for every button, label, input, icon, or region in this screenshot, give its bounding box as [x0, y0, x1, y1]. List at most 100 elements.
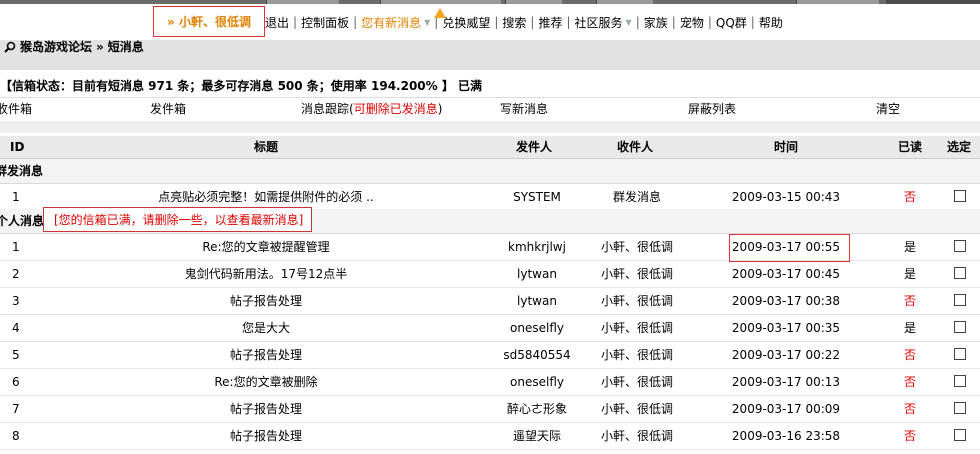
table-row[interactable]: 8 帖子报告处理 遥望天际 小軒、很低调 2009-03-16 23:58 否: [0, 423, 980, 450]
nav-exchange[interactable]: 兑换威望: [442, 14, 490, 31]
top-nav: » 小軒、很低调 退出 | 控制面板 | 您有新消息 ▼ | 兑换威望 | 搜索…: [0, 4, 980, 40]
table-header: ID 标题 发件人 收件人 时间 已读 选定: [0, 136, 980, 159]
tab-write[interactable]: 写新消息: [500, 98, 548, 120]
table-row[interactable]: 5 帖子报告处理 sd5840554 小軒、很低调 2009-03-17 00:…: [0, 342, 980, 369]
header-id: ID: [10, 140, 25, 154]
nav-help[interactable]: 帮助: [759, 14, 783, 31]
nav-user-link[interactable]: » 小軒、很低调: [153, 6, 265, 37]
row-from[interactable]: lytwan: [485, 261, 589, 287]
row-to: 小軒、很低调: [600, 402, 673, 416]
search-icon: [4, 41, 16, 53]
row-title[interactable]: Re:您的文章被提醒管理: [150, 234, 382, 260]
row-read: 是: [903, 240, 916, 254]
section-group-messages: 群发消息: [0, 159, 980, 184]
row-id: 6: [12, 375, 20, 389]
row-from[interactable]: oneselfly: [485, 315, 589, 341]
table-row[interactable]: 6 Re:您的文章被删除 oneselfly 小軒、很低调 2009-03-17…: [0, 369, 980, 396]
chevron-down-icon: ▼: [424, 17, 431, 27]
table-row[interactable]: 4 您是大大 oneselfly 小軒、很低调 2009-03-17 00:35…: [0, 315, 980, 342]
row-select-checkbox[interactable]: [954, 267, 966, 279]
row-title[interactable]: Re:您的文章被删除: [150, 369, 382, 395]
tab-track[interactable]: 消息跟踪(可删除已发消息): [301, 98, 442, 120]
row-id: 7: [12, 402, 20, 416]
row-select-checkbox[interactable]: [954, 348, 966, 360]
row-time: 2009-03-17 00:38: [731, 294, 841, 308]
row-select-checkbox[interactable]: [954, 402, 966, 414]
row-read: 否: [903, 429, 916, 443]
nav-qq-group[interactable]: QQ群: [716, 14, 747, 31]
row-time: 2009-03-17 00:09: [731, 402, 841, 416]
nav-recommend[interactable]: 推荐: [538, 14, 562, 31]
row-select-checkbox[interactable]: [954, 429, 966, 441]
breadcrumb-bar: 猴岛游戏论坛 » 短消息: [0, 40, 980, 70]
nav-search[interactable]: 搜索: [502, 14, 526, 31]
nav-separator: |: [671, 15, 676, 29]
row-read: 否: [903, 348, 916, 362]
row-from[interactable]: kmhkrjlwj: [485, 234, 589, 260]
row-select-checkbox[interactable]: [954, 375, 966, 387]
tab-inbox[interactable]: 收件箱: [0, 98, 32, 120]
mailbox-status: 【信箱状态：目前有短消息 971 条；最多可存消息 500 条；使用率 194.…: [0, 79, 483, 93]
row-select-checkbox[interactable]: [954, 294, 966, 306]
row-time: 2009-03-17 00:13: [731, 375, 841, 389]
row-select-checkbox[interactable]: [954, 321, 966, 333]
nav-separator: |: [566, 15, 571, 29]
row-id: 1: [12, 190, 20, 204]
row-to: 小軒、很低调: [600, 375, 673, 389]
row-from[interactable]: sd5840554: [485, 342, 589, 368]
tab-block-list[interactable]: 屏蔽列表: [688, 98, 736, 120]
breadcrumb-separator: »: [96, 40, 104, 54]
row-read: 是: [903, 321, 916, 335]
message-tabs: 收件箱 发件箱 消息跟踪(可删除已发消息) 写新消息 屏蔽列表 清空: [0, 97, 980, 123]
table-row[interactable]: 1 Re:您的文章被提醒管理 kmhkrjlwj 小軒、很低调 2009-03-…: [0, 234, 980, 261]
row-title[interactable]: 鬼剑代码新用法。17号12点半: [150, 261, 382, 287]
row-title[interactable]: 帖子报告处理: [150, 342, 382, 368]
nav-new-messages[interactable]: 您有新消息: [361, 14, 421, 31]
nav-control-panel[interactable]: 控制面板: [301, 14, 349, 31]
row-read: 是: [903, 267, 916, 281]
mailbox-full-notice: [您的信箱已满，请删除一些，以查看最新消息]: [43, 207, 313, 232]
row-from[interactable]: 遥望天际: [485, 423, 589, 449]
row-title[interactable]: 帖子报告处理: [150, 396, 382, 422]
table-row[interactable]: 2 鬼剑代码新用法。17号12点半 lytwan 小軒、很低调 2009-03-…: [0, 261, 980, 288]
breadcrumb: 猴岛游戏论坛 » 短消息: [4, 40, 144, 54]
row-id: 3: [12, 294, 20, 308]
row-to: 小軒、很低调: [600, 429, 673, 443]
header-read: 已读: [898, 140, 923, 154]
nav-separator: |: [750, 15, 755, 29]
header-to: 收件人: [617, 140, 654, 154]
row-read: 否: [903, 190, 916, 204]
row-to: 小軒、很低调: [600, 294, 673, 308]
tab-track-red: 可删除已发消息: [353, 102, 438, 116]
nav-logout[interactable]: 退出: [265, 14, 289, 31]
tab-clear[interactable]: 清空: [876, 98, 900, 120]
nav-separator: |: [635, 15, 640, 29]
row-id: 5: [12, 348, 20, 362]
row-to: 小軒、很低调: [600, 267, 673, 281]
header-select: 选定: [947, 140, 972, 154]
row-to: 小軒、很低调: [600, 321, 673, 335]
row-from[interactable]: oneselfly: [485, 369, 589, 395]
nav-community[interactable]: 社区服务: [575, 14, 623, 31]
row-select-checkbox[interactable]: [954, 240, 966, 252]
row-from[interactable]: 醉心ㄜ形象: [485, 396, 589, 422]
row-title[interactable]: 您是大大: [150, 315, 382, 341]
row-from[interactable]: SYSTEM: [485, 184, 589, 210]
row-time: 2009-03-17 00:55: [731, 240, 841, 254]
row-id: 4: [12, 321, 20, 335]
row-from[interactable]: lytwan: [485, 288, 589, 314]
table-row[interactable]: 3 帖子报告处理 lytwan 小軒、很低调 2009-03-17 00:38 …: [0, 288, 980, 315]
tab-outbox[interactable]: 发件箱: [150, 98, 186, 120]
row-read: 否: [903, 375, 916, 389]
breadcrumb-forum[interactable]: 猴岛游戏论坛: [20, 40, 92, 54]
nav-separator: |: [530, 15, 535, 29]
row-title[interactable]: 帖子报告处理: [150, 288, 382, 314]
nav-pets[interactable]: 宠物: [680, 14, 704, 31]
header-from: 发件人: [516, 140, 553, 154]
row-select-checkbox[interactable]: [954, 190, 966, 202]
table-row[interactable]: 7 帖子报告处理 醉心ㄜ形象 小軒、很低调 2009-03-17 00:09 否: [0, 396, 980, 423]
row-to: 群发消息: [612, 190, 661, 204]
row-time: 2009-03-17 00:35: [731, 321, 841, 335]
nav-family[interactable]: 家族: [644, 14, 668, 31]
row-title[interactable]: 帖子报告处理: [150, 423, 382, 449]
